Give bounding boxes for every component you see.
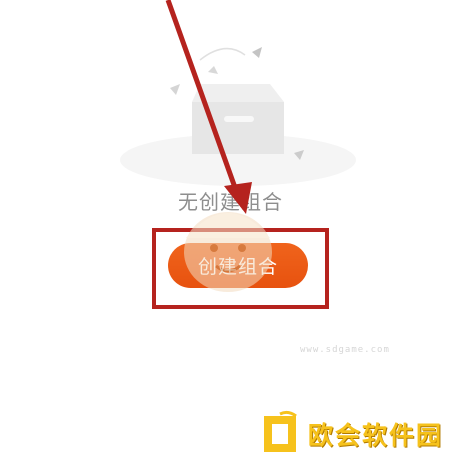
create-portfolio-button-label: 创建组合 (197, 257, 278, 278)
watermark-site-name: 欧会软件园 (308, 421, 444, 450)
empty-box-illustration (120, 47, 356, 186)
app-screen: 无创建组合 创建组合 www.sdgame.com 欧会软件园 (0, 0, 461, 461)
site-logo-icon (264, 410, 297, 452)
watermark-logo: 欧会软件园 (262, 410, 457, 456)
create-portfolio-button[interactable]: 创建组合 (168, 243, 308, 288)
empty-state-message: 无创建组合 (178, 190, 283, 214)
watermark-url: www.sdgame.com (300, 345, 390, 355)
